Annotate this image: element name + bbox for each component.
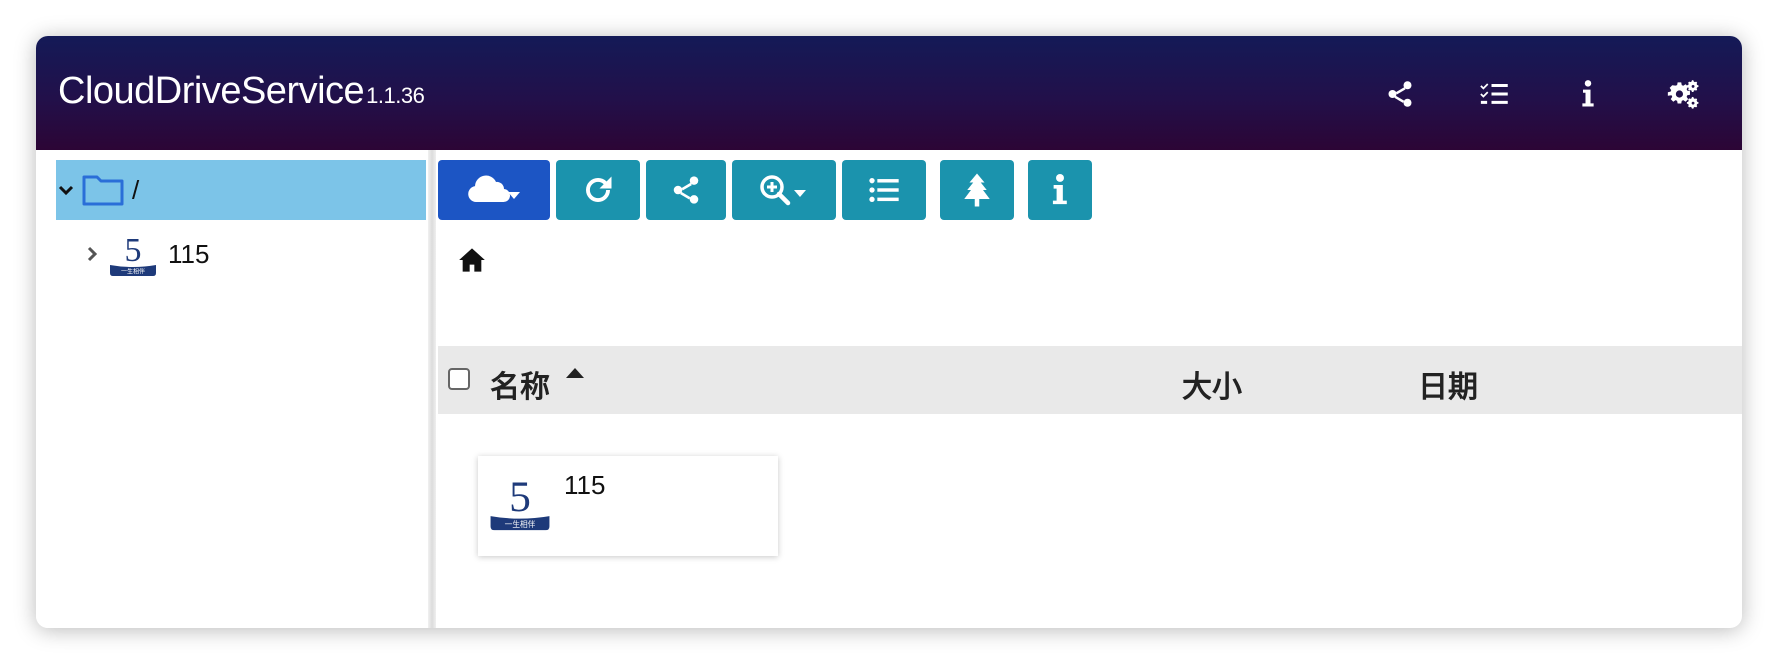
column-name-label: 名称	[490, 371, 550, 404]
header-actions	[1326, 74, 1702, 114]
task-list-icon[interactable]	[1474, 74, 1514, 114]
115-logo-icon: 5 一生相伴	[488, 472, 552, 532]
sort-ascending-icon[interactable]	[566, 368, 584, 378]
column-date-label: 日期	[1418, 371, 1478, 404]
chevron-right-icon[interactable]	[82, 244, 102, 264]
cloud-icon	[468, 175, 520, 203]
refresh-button[interactable]	[556, 160, 640, 220]
share-button[interactable]	[646, 160, 726, 220]
column-header-date[interactable]: 日期	[1418, 362, 1478, 406]
tree-node-root[interactable]: /	[56, 160, 426, 220]
logo-slogan: 一生相伴	[121, 268, 145, 276]
logo-slogan: 一生相伴	[505, 519, 536, 529]
share-icon	[673, 176, 699, 204]
info-icon	[1052, 173, 1067, 205]
share-icon[interactable]	[1380, 74, 1420, 114]
file-name: 115	[564, 470, 606, 500]
info-icon[interactable]	[1568, 74, 1608, 114]
file-card[interactable]: 5 一生相伴 115	[478, 456, 778, 556]
file-browser: 名称 大小 日期 5 一生相伴 115	[438, 150, 1742, 628]
logo-digit: 5	[509, 473, 531, 521]
refresh-icon	[586, 176, 612, 202]
column-header-name[interactable]: 名称	[490, 362, 550, 406]
tree-node-label: /	[132, 174, 140, 205]
list-view-button[interactable]	[842, 160, 926, 220]
table-header: 名称 大小 日期	[438, 346, 1742, 414]
list-icon	[869, 178, 899, 202]
pane-splitter[interactable]	[428, 150, 436, 628]
app-title: CloudDriveService1.1.36	[58, 70, 425, 113]
folder-tree: / 5 一生相伴 115	[36, 150, 428, 628]
cloud-add-button[interactable]	[438, 160, 550, 220]
settings-icon[interactable]	[1662, 74, 1702, 114]
column-size-label: 大小	[1182, 371, 1242, 404]
app-header: CloudDriveService1.1.36	[36, 36, 1742, 150]
tree-node-115[interactable]: 5 一生相伴 115	[56, 224, 426, 284]
tree-view-button[interactable]	[940, 160, 1014, 220]
app-name: CloudDriveService	[58, 70, 365, 112]
115-logo-icon: 5 一生相伴	[108, 231, 158, 277]
breadcrumb-home-icon[interactable]	[458, 246, 488, 276]
logo-digit: 5	[125, 232, 142, 269]
tree-icon	[964, 173, 990, 207]
app-version: 1.1.36	[366, 83, 425, 108]
column-header-size[interactable]: 大小	[1182, 362, 1242, 406]
app-window: CloudDriveService1.1.36 / 5 一生相伴 115 名称 …	[36, 36, 1742, 628]
zoom-search-icon	[760, 175, 806, 206]
folder-icon	[82, 172, 126, 208]
search-button[interactable]	[732, 160, 836, 220]
chevron-down-icon[interactable]	[56, 180, 76, 200]
info-button[interactable]	[1028, 160, 1092, 220]
toolbar	[438, 160, 1098, 220]
select-all-checkbox[interactable]	[448, 368, 470, 390]
tree-node-label: 115	[168, 238, 210, 269]
